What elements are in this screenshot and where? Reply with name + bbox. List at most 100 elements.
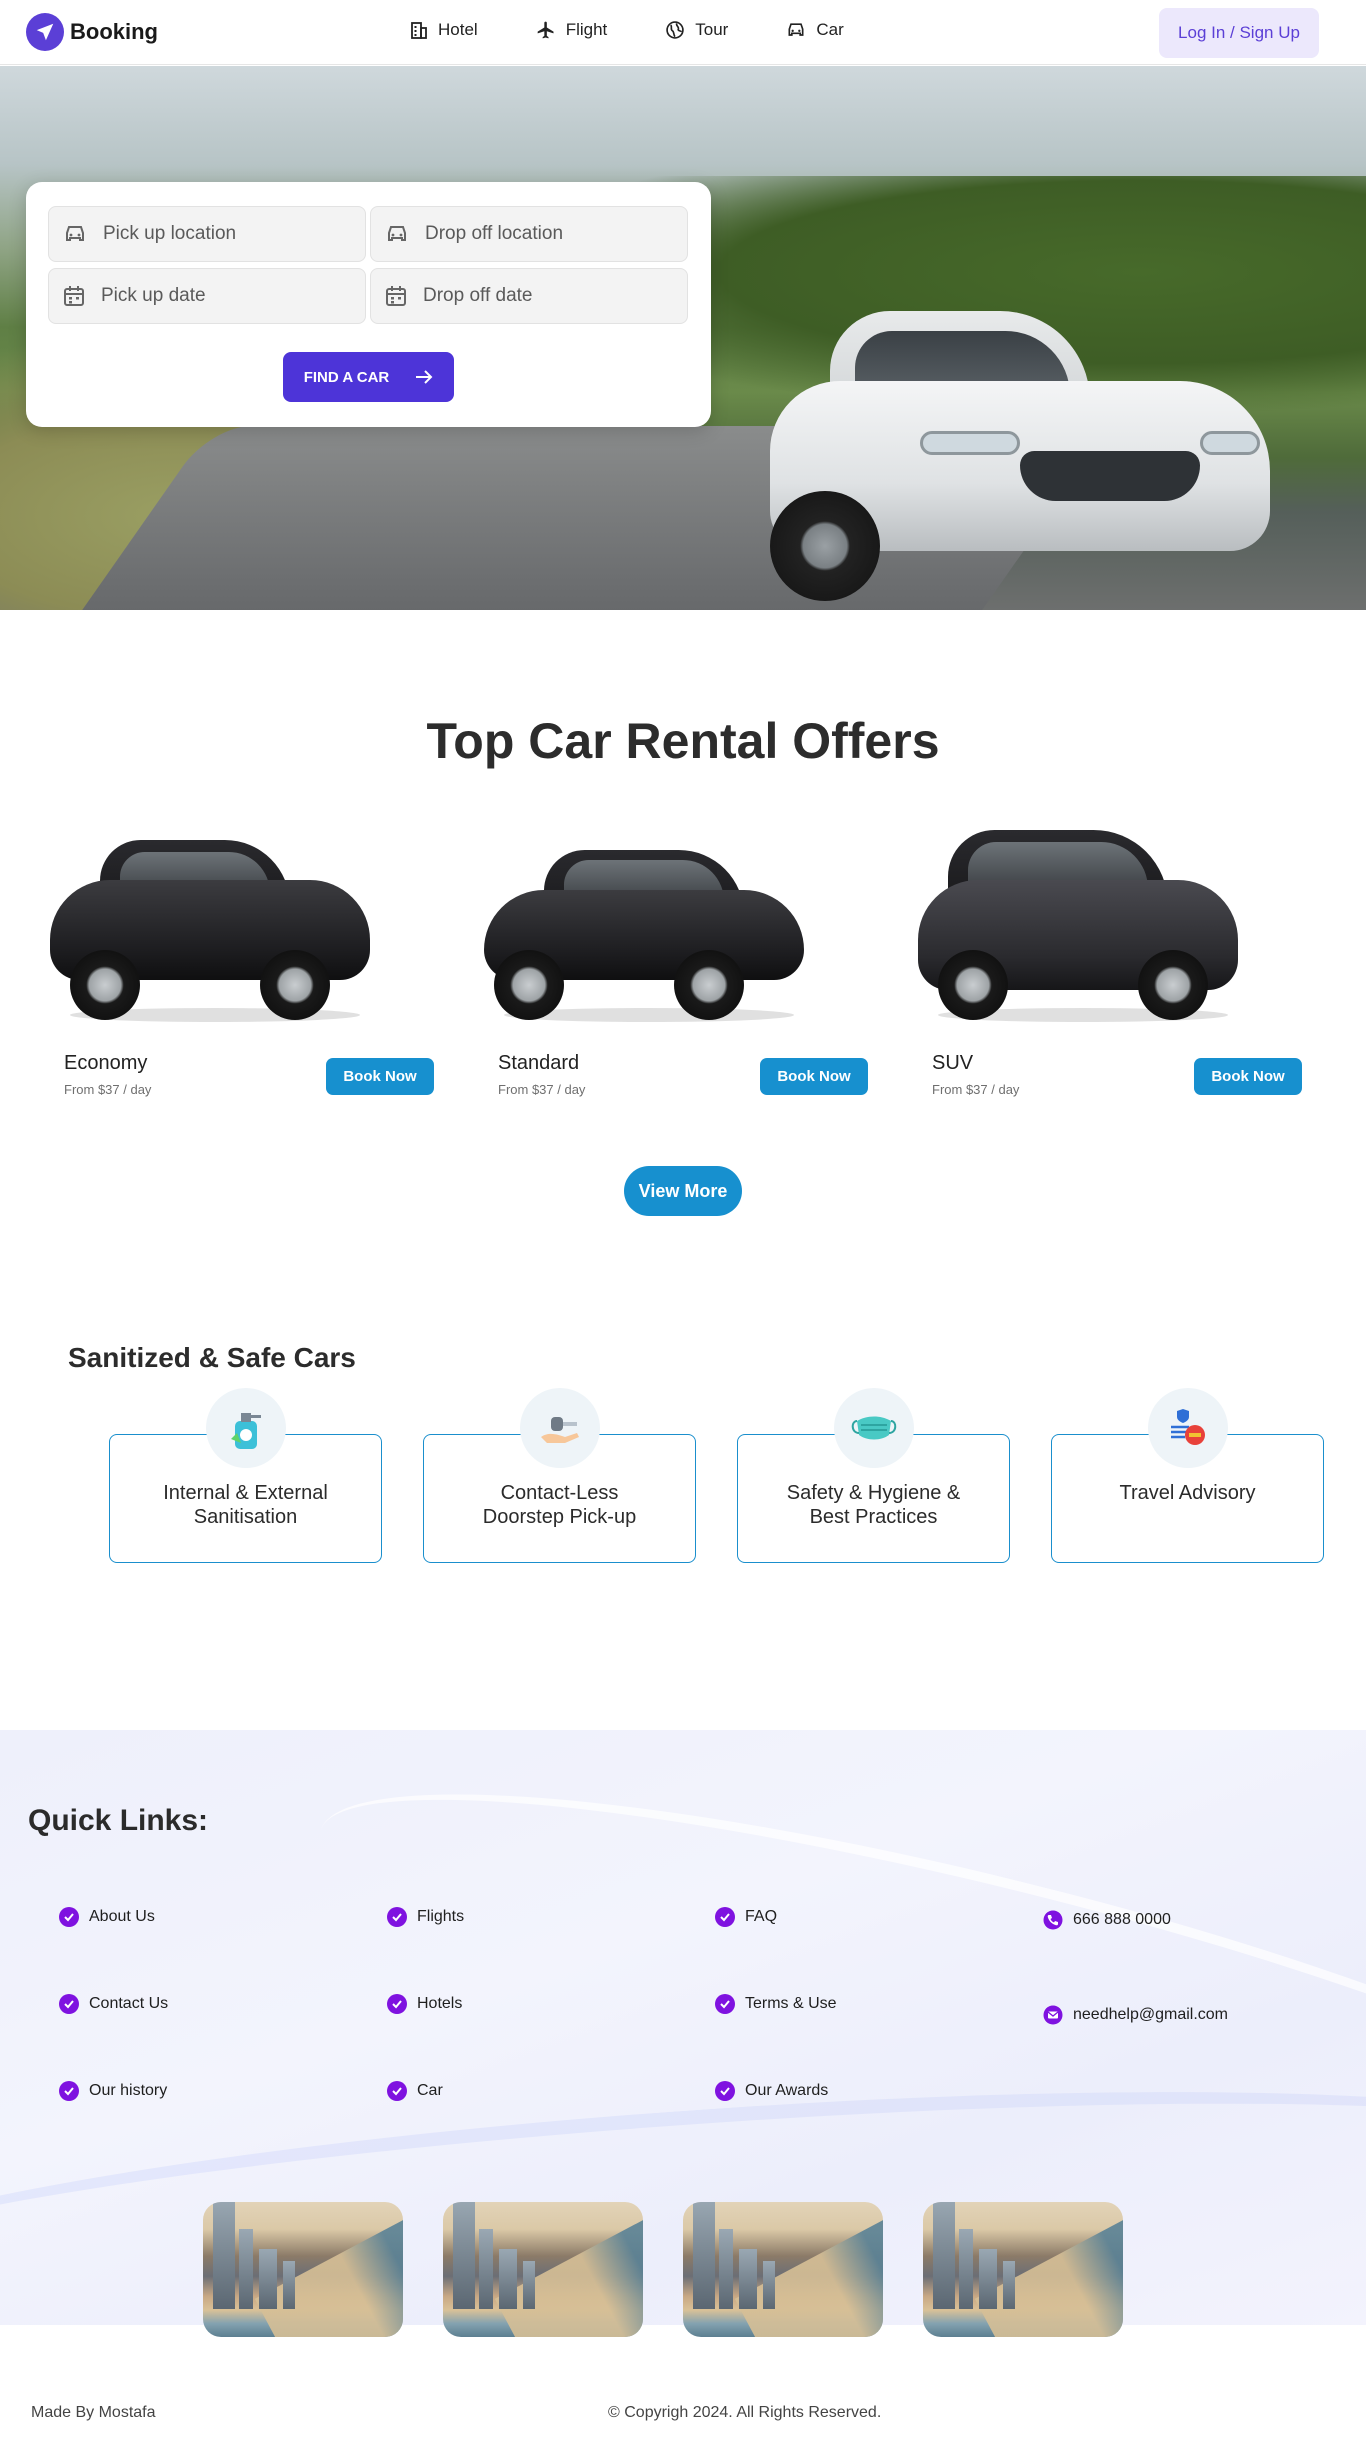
check-circle-icon	[715, 1907, 735, 1927]
economy-car-image	[40, 810, 380, 1022]
offer-card-suv: SUV From $37 / day Book Now	[888, 810, 1302, 1110]
quick-link-label: Our Awards	[745, 2082, 829, 2099]
plane-icon	[26, 13, 64, 51]
check-circle-icon	[59, 1907, 79, 1927]
advisory-icon	[1148, 1388, 1228, 1468]
calendar-icon	[64, 286, 84, 306]
find-car-label: FIND A CAR	[303, 368, 390, 386]
plane-icon	[537, 21, 554, 39]
quick-link-awards[interactable]: Our Awards	[715, 2081, 828, 2101]
contact-email[interactable]: needhelp@gmail.com	[1043, 2005, 1228, 2025]
nav-label: Tour	[695, 20, 729, 39]
check-circle-icon	[387, 1907, 407, 1927]
contact-phone-text: 666 888 0000	[1073, 1911, 1171, 1928]
book-now-button[interactable]: Book Now	[760, 1058, 868, 1095]
quick-link-faq[interactable]: FAQ	[715, 1907, 777, 1927]
footer-credit: Made By Mostafa	[31, 2404, 156, 2421]
nav-item-hotel[interactable]: Hotel	[410, 20, 478, 40]
dropoff-date-field[interactable]	[370, 268, 688, 324]
contact-phone[interactable]: 666 888 0000	[1043, 1910, 1171, 1930]
quick-link-label: Hotels	[417, 1995, 463, 2012]
car-icon	[388, 226, 406, 241]
safe-card-line2: Best Practices	[809, 1506, 938, 1528]
quick-link-label: Car	[417, 2082, 443, 2099]
safe-card-label: Contact-Less Doorstep Pick-up	[424, 1481, 695, 1529]
quick-link-about-us[interactable]: About Us	[59, 1907, 155, 1927]
quick-link-label: About Us	[89, 1908, 155, 1925]
check-circle-icon	[387, 1994, 407, 2014]
gallery-image[interactable]	[683, 2202, 883, 2337]
pickup-location-field[interactable]	[48, 206, 366, 262]
safe-card-label: Travel Advisory	[1052, 1481, 1323, 1505]
main-nav: Hotel Flight Tour Car	[410, 20, 902, 40]
mail-icon	[1043, 2005, 1063, 2025]
safe-card-label: Internal & External Sanitisation	[110, 1481, 381, 1529]
check-circle-icon	[387, 2081, 407, 2101]
find-car-button[interactable]: FIND A CAR	[283, 352, 454, 402]
offer-price: From $37 / day	[932, 1082, 1020, 1097]
check-circle-icon	[715, 2081, 735, 2101]
quick-link-car[interactable]: Car	[387, 2081, 443, 2101]
gallery-image[interactable]	[203, 2202, 403, 2337]
offer-card-economy: Economy From $37 / day Book Now	[20, 810, 434, 1110]
pickup-date-input[interactable]	[101, 285, 341, 307]
offer-price: From $37 / day	[64, 1082, 152, 1097]
car-icon	[788, 23, 804, 36]
safe-card-line2: Sanitisation	[193, 1506, 298, 1528]
suv-car-image	[908, 810, 1248, 1022]
brand[interactable]: Booking	[26, 13, 158, 51]
quick-link-our-history[interactable]: Our history	[59, 2081, 167, 2101]
contact-email-text: needhelp@gmail.com	[1073, 2006, 1228, 2023]
nav-item-car[interactable]: Car	[786, 20, 844, 40]
book-now-button[interactable]: Book Now	[326, 1058, 434, 1095]
dropoff-location-input[interactable]	[425, 223, 665, 245]
quick-link-label: Terms & Use	[745, 1995, 837, 2012]
quick-link-contact-us[interactable]: Contact Us	[59, 1994, 168, 2014]
offer-card-standard: Standard From $37 / day Book Now	[454, 810, 868, 1110]
phone-icon	[1043, 1910, 1063, 1930]
check-circle-icon	[59, 1994, 79, 2014]
safe-card-line1: Contact-Less	[500, 1482, 619, 1504]
nav-label: Flight	[565, 20, 608, 39]
brand-name: Booking	[70, 19, 158, 44]
check-circle-icon	[59, 2081, 79, 2101]
car-icon	[66, 226, 84, 241]
gallery-image[interactable]	[923, 2202, 1123, 2337]
hero-car-image	[770, 301, 1270, 610]
safe-card-line1: Internal & External	[163, 1482, 328, 1504]
footer-copyright: © Copyrigh 2024. All Rights Reserved.	[608, 2404, 882, 2421]
quick-links-title: Quick Links:	[28, 1804, 209, 1837]
car-search-form: FIND A CAR	[26, 182, 711, 427]
nav-item-flight[interactable]: Flight	[536, 20, 608, 40]
globe-icon	[666, 21, 685, 39]
navbar: Booking Hotel Flight Tour Car Log In / S…	[0, 0, 1366, 65]
dropoff-date-input[interactable]	[423, 285, 663, 307]
nav-label: Hotel	[438, 20, 478, 39]
pickup-location-input[interactable]	[103, 223, 343, 245]
nav-item-tour[interactable]: Tour	[665, 20, 728, 40]
view-more-button[interactable]: View More	[624, 1166, 742, 1216]
dropoff-location-field[interactable]	[370, 206, 688, 262]
gallery-image[interactable]	[443, 2202, 643, 2337]
nav-label: Car	[816, 20, 844, 39]
quick-link-flights[interactable]: Flights	[387, 1907, 464, 1927]
quick-link-label: Flights	[417, 1908, 465, 1925]
quick-link-terms[interactable]: Terms & Use	[715, 1994, 837, 2014]
sanitizer-icon	[206, 1388, 286, 1468]
quick-link-hotels[interactable]: Hotels	[387, 1994, 462, 2014]
offer-name: Economy	[64, 1052, 148, 1074]
arrow-right-icon	[416, 370, 433, 384]
offer-name: Standard	[498, 1052, 580, 1074]
quick-link-label: Our history	[89, 2082, 168, 2099]
offer-name: SUV	[932, 1052, 974, 1074]
login-signup-button[interactable]: Log In / Sign Up	[1159, 8, 1319, 58]
key-hand-icon	[520, 1388, 600, 1468]
book-now-button[interactable]: Book Now	[1194, 1058, 1302, 1095]
offer-price: From $37 / day	[498, 1082, 586, 1097]
quick-link-label: FAQ	[745, 1908, 778, 1925]
standard-car-image	[474, 810, 814, 1022]
mask-icon	[834, 1388, 914, 1468]
pickup-date-field[interactable]	[48, 268, 366, 324]
safe-card-line2: Doorstep Pick-up	[482, 1506, 637, 1528]
safe-card-label: Safety & Hygiene & Best Practices	[738, 1481, 1009, 1529]
